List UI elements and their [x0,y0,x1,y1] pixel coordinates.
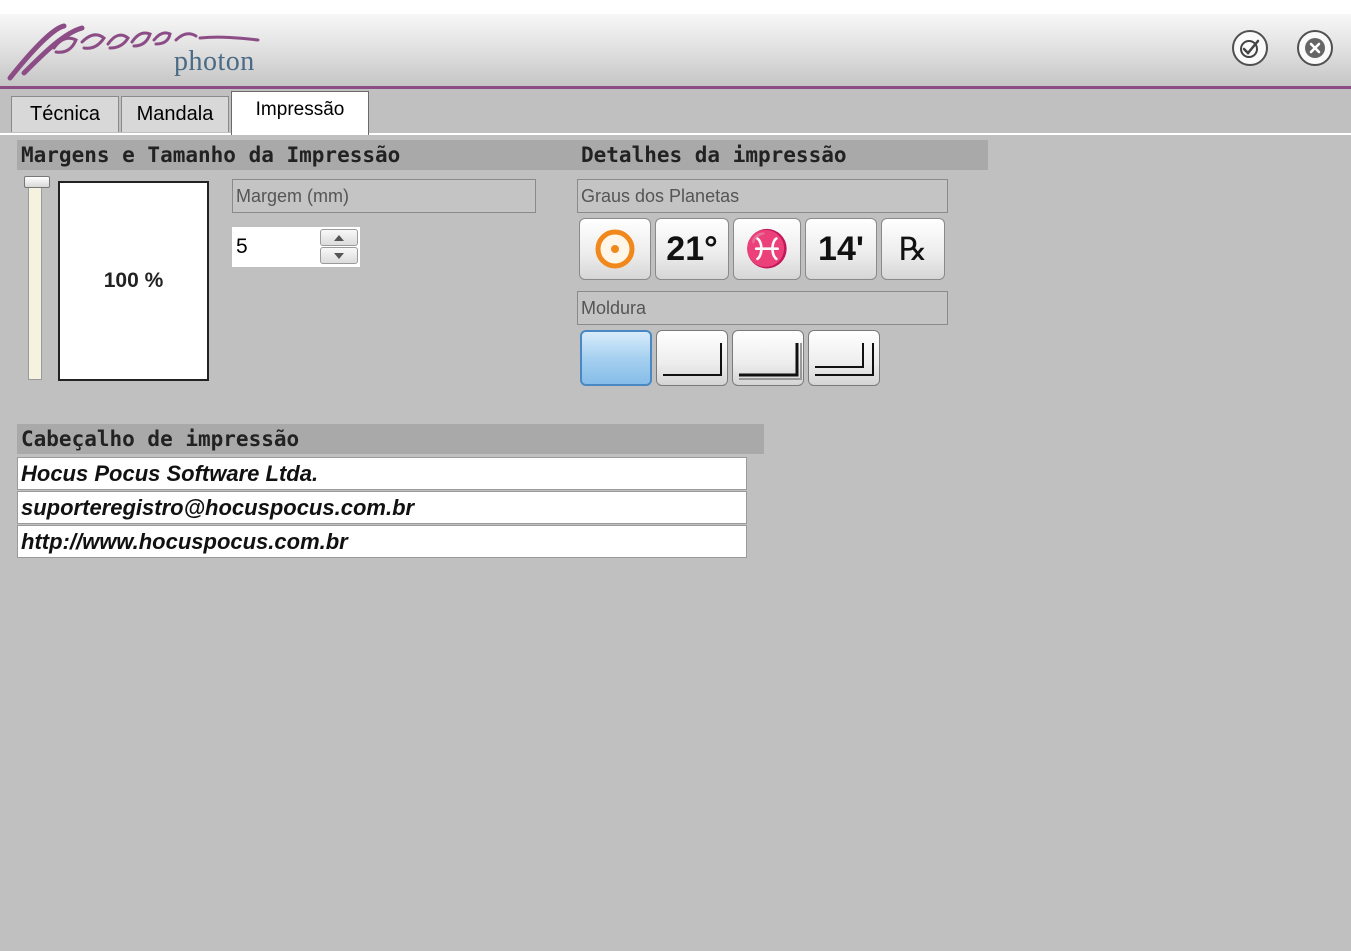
app-window: photon Técnica Mandala Impressão Margens… [0,14,1351,951]
frame-option-single[interactable] [656,330,728,386]
logo-wordmark: photon [174,46,255,77]
degree-option-sun[interactable] [579,218,651,280]
arrow-down-icon [334,252,344,259]
print-header-line-1[interactable]: Hocus Pocus Software Ltda. [17,457,747,490]
frame-option-thick[interactable] [732,330,804,386]
margin-input[interactable] [232,227,316,267]
print-header-line-3[interactable]: http://www.hocuspocus.com.br [17,525,747,558]
degree-option-degrees[interactable]: 21° [655,218,729,280]
tab-impressao[interactable]: Impressão [231,91,369,135]
arrow-up-icon [334,234,344,241]
sun-symbol-icon [595,229,635,269]
frame-option-double[interactable] [808,330,880,386]
page-preview: 100 % [58,181,209,381]
margin-label: Margem (mm) [232,179,536,213]
degree-option-sign[interactable]: ♓ [733,218,801,280]
scale-slider-thumb[interactable] [24,176,50,188]
print-header-section-header: Cabeçalho de impressão [17,424,764,454]
margin-increment-button[interactable] [320,229,358,246]
degree-option-minutes[interactable]: 14' [805,218,877,280]
confirm-button[interactable] [1232,30,1268,66]
frame-option-none[interactable] [580,330,652,386]
tab-tecnica[interactable]: Técnica [11,96,119,132]
details-section-header: Detalhes da impressão [577,140,988,170]
margin-decrement-button[interactable] [320,247,358,264]
scale-percentage: 100 % [103,269,164,292]
print-header-line-2[interactable]: suporteregistro@hocuspocus.com.br [17,491,747,524]
app-logo: photon [4,18,284,82]
frame-double-icon [815,343,874,376]
degree-option-retrograde[interactable]: ℞ [881,218,945,280]
title-bar: photon [0,14,1351,88]
margins-section-header: Margens e Tamanho da Impressão [17,140,577,170]
tab-mandala[interactable]: Mandala [121,96,229,132]
close-button[interactable] [1297,30,1333,66]
close-circle-icon [1305,38,1325,58]
frame-label: Moldura [577,291,948,325]
scale-slider-track[interactable] [28,182,42,380]
planet-degrees-label: Graus dos Planetas [577,179,948,213]
frame-single-icon [663,343,722,376]
check-circle-icon [1240,39,1260,58]
tab-underline [0,133,1351,135]
frame-thick-icon [739,343,802,380]
margin-spinner [232,227,360,267]
